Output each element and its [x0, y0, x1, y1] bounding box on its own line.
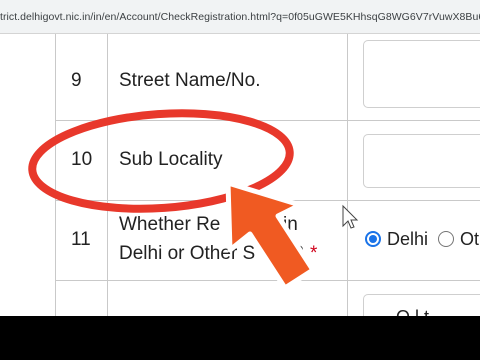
- partial-text: O l t: [396, 307, 429, 316]
- residence-question-line1: Whether Re: [119, 214, 221, 235]
- row-number: 11: [71, 229, 91, 250]
- row-divider: [55, 200, 480, 201]
- residence-delhi-radio[interactable]: [365, 231, 381, 247]
- row-divider: [55, 280, 480, 281]
- row-divider: [55, 120, 480, 121]
- residence-question-line2-tail: ?: [293, 243, 304, 264]
- sub-locality-input[interactable]: [363, 134, 480, 188]
- residence-question-line2: Delhi or Other S: [119, 243, 256, 264]
- street-name-label: Street Name/No.: [119, 70, 261, 91]
- row-number: 9: [71, 70, 82, 91]
- residence-delhi-label[interactable]: Delhi: [387, 229, 428, 250]
- residence-other-label[interactable]: Ot: [460, 229, 479, 250]
- address-url[interactable]: trict.delhigovt.nic.in/in/en/Account/Che…: [0, 11, 480, 23]
- row-number: 10: [71, 149, 93, 170]
- residence-other-radio[interactable]: [438, 231, 454, 247]
- table-column-divider: [107, 34, 108, 316]
- table-column-divider-2: [347, 34, 348, 316]
- sub-locality-label: Sub Locality: [119, 149, 223, 170]
- required-asterisk: *: [310, 243, 318, 264]
- address-bar[interactable]: trict.delhigovt.nic.in/in/en/Account/Che…: [0, 0, 480, 34]
- residence-question-line1-tail: in: [283, 214, 298, 235]
- street-name-input[interactable]: [363, 40, 480, 108]
- table-left-border: [55, 34, 56, 316]
- form-page: trict.delhigovt.nic.in/in/en/Account/Che…: [0, 0, 480, 316]
